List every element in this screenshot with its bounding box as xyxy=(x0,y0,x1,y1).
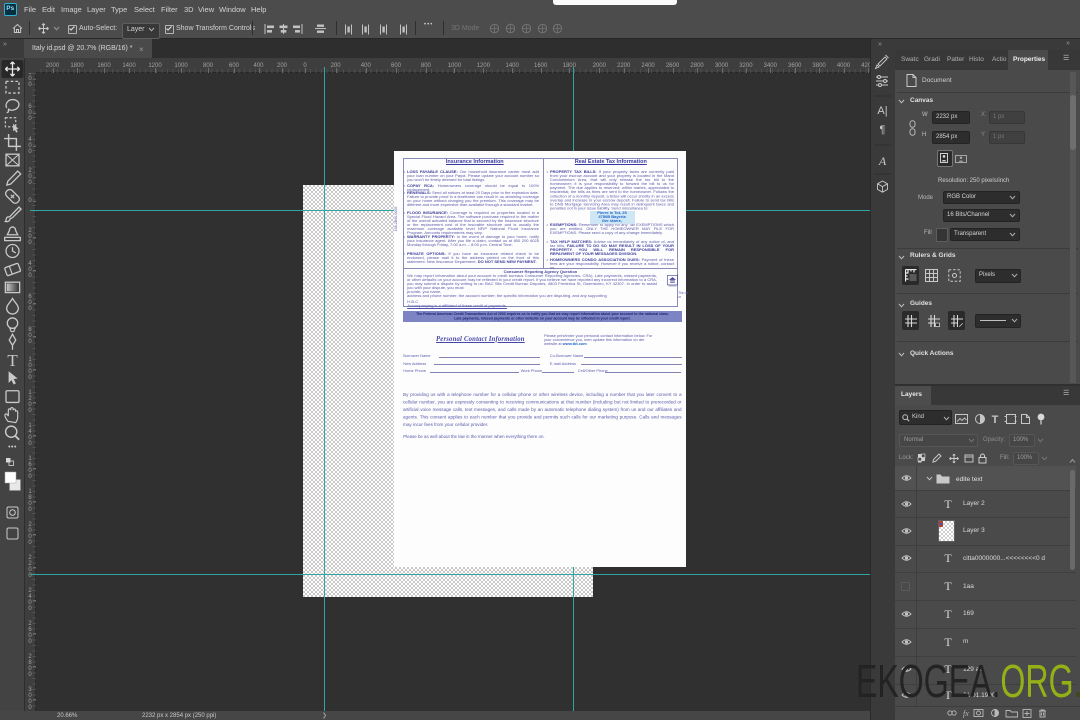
svg-text:A: A xyxy=(878,154,887,168)
svg-text:T: T xyxy=(7,351,18,370)
svg-text:fx: fx xyxy=(963,709,969,718)
svg-text:A|: A| xyxy=(877,105,887,117)
svg-text:T: T xyxy=(992,414,999,425)
svg-text:¶: ¶ xyxy=(880,124,886,136)
svg-text:•••: ••• xyxy=(8,444,17,451)
